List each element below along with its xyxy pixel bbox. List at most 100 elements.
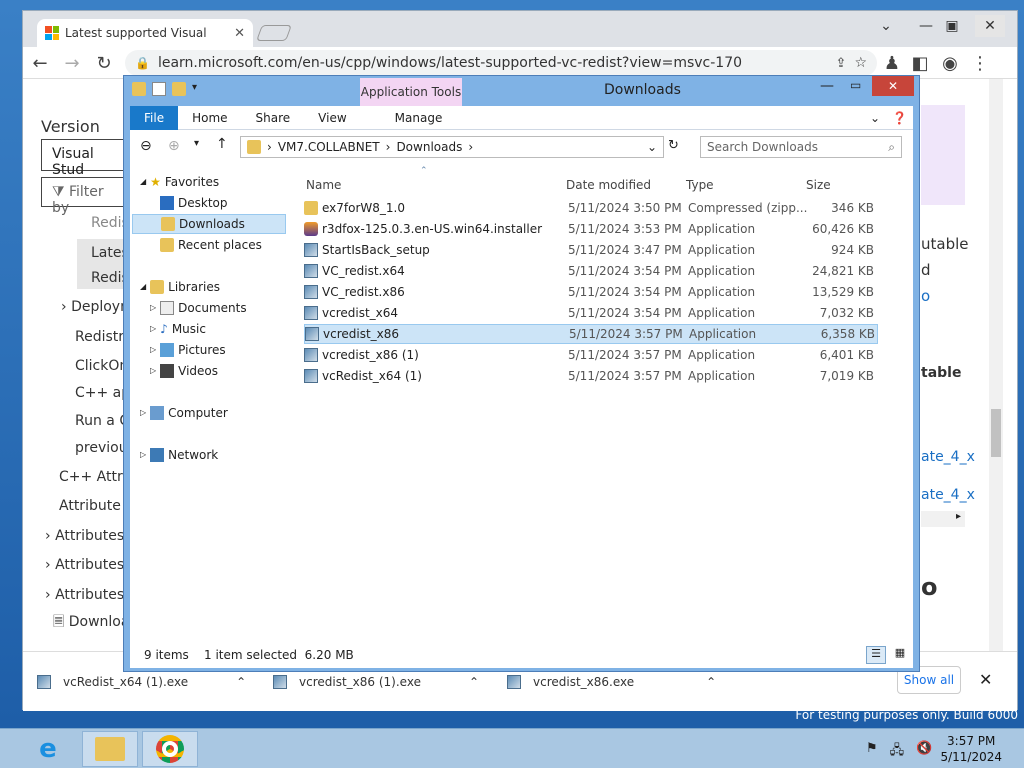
address-dropdown-icon[interactable]: ⌄: [647, 140, 657, 154]
tab-view[interactable]: View: [304, 106, 360, 130]
help-icon[interactable]: ❓: [886, 106, 913, 130]
network-tray-icon[interactable]: 🖧: [890, 741, 905, 763]
file-row[interactable]: VC_redist.x64 5/11/2024 3:54 PM Applicatio…: [304, 261, 878, 281]
page-text: utable: [921, 235, 969, 253]
nav-libraries[interactable]: ◢ Libraries: [140, 277, 220, 297]
bookmark-star-icon[interactable]: ☆: [854, 55, 867, 71]
close-button[interactable]: ✕: [975, 15, 1005, 37]
action-center-flag-icon[interactable]: ⚑: [866, 741, 878, 763]
nav-downloads[interactable]: Downloads: [132, 214, 286, 234]
explorer-minimize-button[interactable]: —: [820, 78, 834, 94]
file-row[interactable]: vcRedist_x64 (1) 5/11/2024 3:57 PM Applica…: [304, 366, 878, 386]
up-button[interactable]: ↑: [216, 136, 228, 152]
nav-documents[interactable]: ▷ Documents: [150, 298, 247, 318]
tab-manage[interactable]: Manage: [381, 106, 457, 130]
tab-search-chevron-icon[interactable]: ⌄: [871, 15, 901, 37]
page-scrollbar[interactable]: [989, 79, 1003, 653]
file-type: Application: [689, 327, 757, 341]
scrollbar-thumb[interactable]: [991, 409, 1001, 457]
nav-network[interactable]: ▷ Network: [140, 445, 218, 465]
chrome-taskbar-icon[interactable]: [142, 731, 198, 767]
reload-button[interactable]: ↻: [93, 53, 115, 75]
large-icons-view-icon[interactable]: ▦: [890, 646, 910, 664]
recent-places-icon: [160, 238, 174, 252]
toc-item[interactable]: C++ ap: [75, 385, 130, 401]
toc-item[interactable]: › Attributes: [45, 528, 124, 544]
nav-favorites[interactable]: ◢ ★ Favorites: [140, 172, 219, 192]
version-select[interactable]: Visual Stud: [41, 139, 125, 178]
column-header-date[interactable]: Date modified: [566, 178, 651, 192]
file-row[interactable]: ex7forW8_1.0 5/11/2024 3:50 PM Compressed …: [304, 198, 878, 218]
file-row[interactable]: vcredist_x64 5/11/2024 3:54 PM Application…: [304, 303, 878, 323]
chevron-up-icon[interactable]: ⌃: [236, 675, 246, 689]
file-row[interactable]: StartIsBack_setup 5/11/2024 3:47 PM Applic…: [304, 240, 878, 260]
new-folder-icon[interactable]: [172, 82, 186, 96]
profile-avatar-icon[interactable]: ◉: [939, 53, 961, 75]
tab-file[interactable]: File: [130, 106, 179, 130]
column-header-name[interactable]: Name: [306, 178, 341, 192]
toc-item[interactable]: ClickOn: [75, 358, 128, 374]
back-button[interactable]: ←: [29, 53, 51, 75]
recent-locations-icon[interactable]: ▾: [194, 138, 199, 149]
volume-muted-icon[interactable]: 🔇: [916, 741, 932, 763]
forward-button[interactable]: →: [61, 53, 83, 75]
nav-videos[interactable]: ▷ Videos: [150, 361, 218, 381]
file-row[interactable]: VC_redist.x86 5/11/2024 3:54 PM Applicatio…: [304, 282, 878, 302]
file-row[interactable]: vcredist_x86 (1) 5/11/2024 3:57 PM Applica…: [304, 345, 878, 365]
file-date: 5/11/2024 3:57 PM: [568, 369, 682, 383]
file-size: 6,358 KB: [820, 327, 875, 341]
horizontal-scroll-arrow-icon[interactable]: ▸: [921, 511, 965, 527]
side-panel-icon[interactable]: ◧: [909, 53, 931, 75]
page-link[interactable]: ate_4_x: [921, 487, 975, 503]
breadcrumb-downloads[interactable]: Downloads: [396, 140, 462, 154]
explorer-search-input[interactable]: Search Downloads ⌕: [700, 136, 902, 158]
details-view-icon[interactable]: ☰: [866, 646, 886, 664]
file-type: Application: [688, 285, 756, 299]
explorer-forward-button[interactable]: ⊕: [168, 138, 180, 154]
ribbon-expand-icon[interactable]: ⌄: [864, 106, 886, 130]
share-icon[interactable]: ⇪: [836, 56, 847, 71]
address-bar[interactable]: 🔒 learn.microsoft.com/en-us/cpp/windows/…: [125, 50, 877, 76]
toc-item[interactable]: 🗏 Downloa: [53, 611, 129, 635]
nav-desktop[interactable]: Desktop: [160, 193, 228, 213]
page-link[interactable]: ate_4_x: [921, 449, 975, 465]
page-link[interactable]: o: [921, 287, 930, 305]
tab-share[interactable]: Share: [242, 106, 305, 130]
new-tab-button[interactable]: [256, 25, 292, 41]
tab-close-icon[interactable]: ✕: [234, 26, 245, 41]
nav-music[interactable]: ▷ ♪ Music: [150, 319, 206, 339]
nav-pictures[interactable]: ▷ Pictures: [150, 340, 226, 360]
close-downloads-icon[interactable]: ✕: [979, 670, 992, 689]
refresh-button[interactable]: ↻: [668, 138, 679, 153]
chevron-up-icon[interactable]: ⌃: [469, 675, 479, 689]
toc-item[interactable]: Run a C: [75, 413, 129, 429]
maximize-button[interactable]: ▣: [937, 15, 967, 37]
internet-explorer-icon[interactable]: e: [20, 731, 76, 767]
file-row[interactable]: r3dfox-125.0.3.en-US.win64.installer 5/11…: [304, 219, 878, 239]
toc-item[interactable]: › Attributes: [45, 587, 124, 603]
menu-kebab-icon[interactable]: ⋮: [969, 53, 991, 75]
explorer-maximize-button[interactable]: ▭: [850, 78, 861, 92]
column-header-size[interactable]: Size: [806, 178, 831, 192]
extensions-icon[interactable]: ♟: [881, 53, 903, 75]
file-explorer-taskbar-icon[interactable]: [82, 731, 138, 767]
qat-dropdown-icon[interactable]: ▾: [192, 82, 197, 96]
explorer-close-button[interactable]: ✕: [872, 76, 914, 96]
browser-tab[interactable]: Latest supported Visual ✕: [37, 19, 253, 47]
nav-computer[interactable]: ▷ Computer: [140, 403, 228, 423]
column-header-type[interactable]: Type: [686, 178, 714, 192]
file-row[interactable]: vcredist_x86 5/11/2024 3:57 PM Application…: [304, 324, 878, 344]
toc-filter-input[interactable]: ⧩ Filter by: [41, 177, 125, 216]
breadcrumb-computer[interactable]: VM7.COLLABNET: [278, 140, 380, 154]
taskbar-clock[interactable]: 3:57 PM 5/11/2024: [940, 733, 1002, 765]
tab-home[interactable]: Home: [178, 106, 241, 130]
nav-recent-places[interactable]: Recent places: [160, 235, 262, 255]
chevron-up-icon[interactable]: ⌃: [706, 675, 716, 689]
toc-item[interactable]: previou: [75, 440, 128, 456]
explorer-back-button[interactable]: ⊖: [140, 138, 152, 154]
properties-icon[interactable]: [152, 82, 166, 96]
folder-icon[interactable]: [132, 82, 146, 96]
documents-icon: [160, 301, 175, 315]
toc-item[interactable]: › Attributes: [45, 557, 124, 573]
explorer-address-bar[interactable]: › VM7.COLLABNET › Downloads › ⌄: [240, 136, 664, 158]
